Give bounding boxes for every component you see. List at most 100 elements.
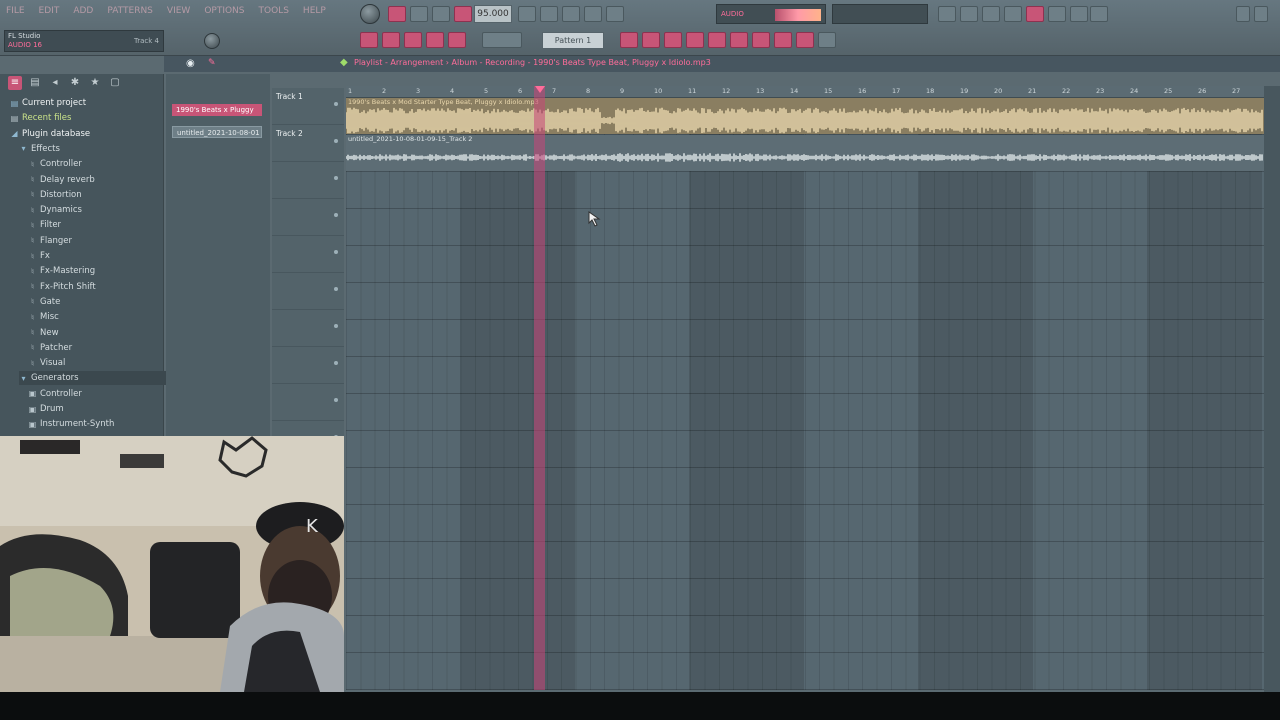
tool-1-button[interactable] bbox=[620, 32, 638, 48]
track-header-7[interactable] bbox=[272, 310, 344, 347]
shortcut-tempo-button[interactable] bbox=[1070, 6, 1088, 22]
browser-item-effects[interactable]: ▾ Effects bbox=[19, 142, 59, 156]
track-mute-indicator[interactable] bbox=[334, 176, 338, 180]
menu-item-patterns[interactable]: PATTERNS bbox=[107, 6, 153, 16]
browser-item-new[interactable]: ♮ New bbox=[28, 326, 58, 340]
browser-item-patcher[interactable]: ♮ Patcher bbox=[28, 341, 72, 355]
track-header-6[interactable] bbox=[272, 273, 344, 310]
browser-item-fx-pitch-shift[interactable]: ♮ Fx-Pitch Shift bbox=[28, 280, 96, 294]
shortcut-help-button[interactable] bbox=[1090, 6, 1108, 22]
pat-song-toggle[interactable] bbox=[388, 6, 406, 22]
shortcut-playlist-button[interactable] bbox=[938, 6, 956, 22]
shortcut-pianoroll-button[interactable] bbox=[960, 6, 978, 22]
shortcut-mixer-button[interactable] bbox=[1004, 6, 1022, 22]
playlist-grid[interactable] bbox=[346, 98, 1264, 690]
browser-files-icon[interactable]: ▤ bbox=[28, 76, 42, 90]
track-mute-indicator[interactable] bbox=[334, 324, 338, 328]
track-mute-indicator[interactable] bbox=[334, 361, 338, 365]
master-volume-knob[interactable] bbox=[360, 4, 380, 24]
browser-item-instrument-synth[interactable]: ▣ Instrument-Synth bbox=[28, 417, 115, 431]
shortcut-channelrack-button[interactable] bbox=[982, 6, 1000, 22]
track-header-5[interactable] bbox=[272, 236, 344, 273]
track-mute-indicator[interactable] bbox=[334, 139, 338, 143]
track-mute-indicator[interactable] bbox=[334, 250, 338, 254]
browser-item-fx-mastering[interactable]: ♮ Fx-Mastering bbox=[28, 264, 95, 278]
snap-select[interactable] bbox=[482, 32, 522, 48]
playhead-marker[interactable] bbox=[535, 86, 545, 93]
play-button[interactable] bbox=[410, 6, 428, 22]
browser-item-delay-reverb[interactable]: ♮ Delay reverb bbox=[28, 173, 95, 187]
menu-item-edit[interactable]: EDIT bbox=[39, 6, 60, 16]
timeline-ruler[interactable]: 1 2 3 4 5 6 7 8 9 10 11 12 13 14 15 16 17 18 19 20 21 22 23 24 2… bbox=[346, 86, 1264, 98]
minimize-button[interactable] bbox=[1236, 6, 1250, 22]
browser-item-controller[interactable]: ▣ Controller bbox=[28, 387, 82, 401]
browser-item-flanger[interactable]: ♮ Flanger bbox=[28, 234, 72, 248]
track-header-1[interactable]: Track 1 bbox=[272, 88, 344, 125]
audio-clip-track-2[interactable]: untitled_2021-10-08-01-09-15_Track 2 bbox=[346, 135, 1264, 171]
shortcut-plugin-button[interactable] bbox=[1048, 6, 1066, 22]
draw-tool-button[interactable] bbox=[382, 32, 400, 48]
playlist-timeline[interactable]: 1 2 3 4 5 6 7 8 9 10 11 12 13 14 15 16 17 18 19 20 21 22 23 24 2… bbox=[346, 86, 1264, 690]
tool-9-button[interactable] bbox=[796, 32, 814, 48]
tool-10-button[interactable] bbox=[818, 32, 836, 48]
track-mute-indicator[interactable] bbox=[334, 102, 338, 106]
wait-input-button[interactable] bbox=[540, 6, 558, 22]
countdown-button[interactable] bbox=[562, 6, 580, 22]
playhead[interactable] bbox=[534, 86, 545, 690]
browser-star-icon[interactable]: ✱ bbox=[68, 76, 82, 90]
browser-all-icon[interactable]: ≡ bbox=[8, 76, 22, 90]
browser-item-misc[interactable]: ♮ Misc bbox=[28, 310, 59, 324]
shortcut-browser-button[interactable] bbox=[1026, 6, 1044, 22]
stop-button[interactable] bbox=[432, 6, 450, 22]
browser-item-gate[interactable]: ♮ Gate bbox=[28, 295, 60, 309]
track-mute-indicator[interactable] bbox=[334, 213, 338, 217]
tool-8-button[interactable] bbox=[774, 32, 792, 48]
vertical-scrollbar[interactable] bbox=[1264, 86, 1280, 692]
step-edit-button[interactable] bbox=[606, 6, 624, 22]
browser-item-visual[interactable]: ♮ Visual bbox=[28, 356, 65, 370]
tool-4-button[interactable] bbox=[686, 32, 704, 48]
browser-item-fx[interactable]: ♮ Fx bbox=[28, 249, 50, 263]
playlist-menu-icon[interactable]: ◉ bbox=[186, 58, 195, 69]
menu-item-options[interactable]: OPTIONS bbox=[204, 6, 244, 16]
snap-magnet-icon[interactable]: ✎ bbox=[208, 58, 216, 68]
menu-item-view[interactable]: VIEW bbox=[167, 6, 190, 16]
record-button[interactable] bbox=[454, 6, 472, 22]
browser-item-plugin-database[interactable]: ◢ Plugin database bbox=[10, 127, 90, 141]
browser-item-current-project[interactable]: ▤ Current project bbox=[10, 96, 86, 110]
track-header-8[interactable] bbox=[272, 347, 344, 384]
browser-back-icon[interactable]: ◂ bbox=[48, 76, 62, 90]
browser-item-filter[interactable]: ♮ Filter bbox=[28, 218, 61, 232]
track-header-2[interactable]: Track 2 bbox=[272, 125, 344, 162]
mute-tool-button[interactable] bbox=[448, 32, 466, 48]
tool-3-button[interactable] bbox=[664, 32, 682, 48]
menu-item-file[interactable]: FILE bbox=[6, 6, 25, 16]
clip-source-recording[interactable]: untitled_2021-10-08-01 bbox=[172, 126, 262, 138]
loop-record-button[interactable] bbox=[584, 6, 602, 22]
menu-item-add[interactable]: ADD bbox=[73, 6, 93, 16]
tool-6-button[interactable] bbox=[730, 32, 748, 48]
track-mute-indicator[interactable] bbox=[334, 287, 338, 291]
paint-tool-button[interactable] bbox=[404, 32, 422, 48]
clip-source-audio[interactable]: 1990's Beats x Pluggy bbox=[172, 104, 262, 116]
delete-tool-button[interactable] bbox=[426, 32, 444, 48]
snap-button[interactable] bbox=[360, 32, 378, 48]
pattern-selector[interactable]: Pattern 1 bbox=[542, 32, 604, 49]
browser-item-distortion[interactable]: ♮ Distortion bbox=[28, 188, 82, 202]
tool-5-button[interactable] bbox=[708, 32, 726, 48]
tool-7-button[interactable] bbox=[752, 32, 770, 48]
tempo-display[interactable]: 95.000 bbox=[474, 5, 512, 23]
track-header-3[interactable] bbox=[272, 162, 344, 199]
track-header-4[interactable] bbox=[272, 199, 344, 236]
browser-item-controller[interactable]: ♮ Controller bbox=[28, 157, 82, 171]
close-button[interactable] bbox=[1254, 6, 1268, 22]
browser-item-drum[interactable]: ▣ Drum bbox=[28, 402, 64, 416]
browser-fav-icon[interactable]: ★ bbox=[88, 76, 102, 90]
tool-2-button[interactable] bbox=[642, 32, 660, 48]
track-mute-indicator[interactable] bbox=[334, 398, 338, 402]
menu-item-help[interactable]: HELP bbox=[303, 6, 326, 16]
browser-folder-icon[interactable]: ▢ bbox=[108, 76, 122, 90]
browser-item-recent-files[interactable]: ▤ Recent files bbox=[10, 111, 72, 125]
browser-item-dynamics[interactable]: ♮ Dynamics bbox=[28, 203, 82, 217]
browser-item-generators[interactable]: ▾ Generators bbox=[19, 371, 177, 386]
